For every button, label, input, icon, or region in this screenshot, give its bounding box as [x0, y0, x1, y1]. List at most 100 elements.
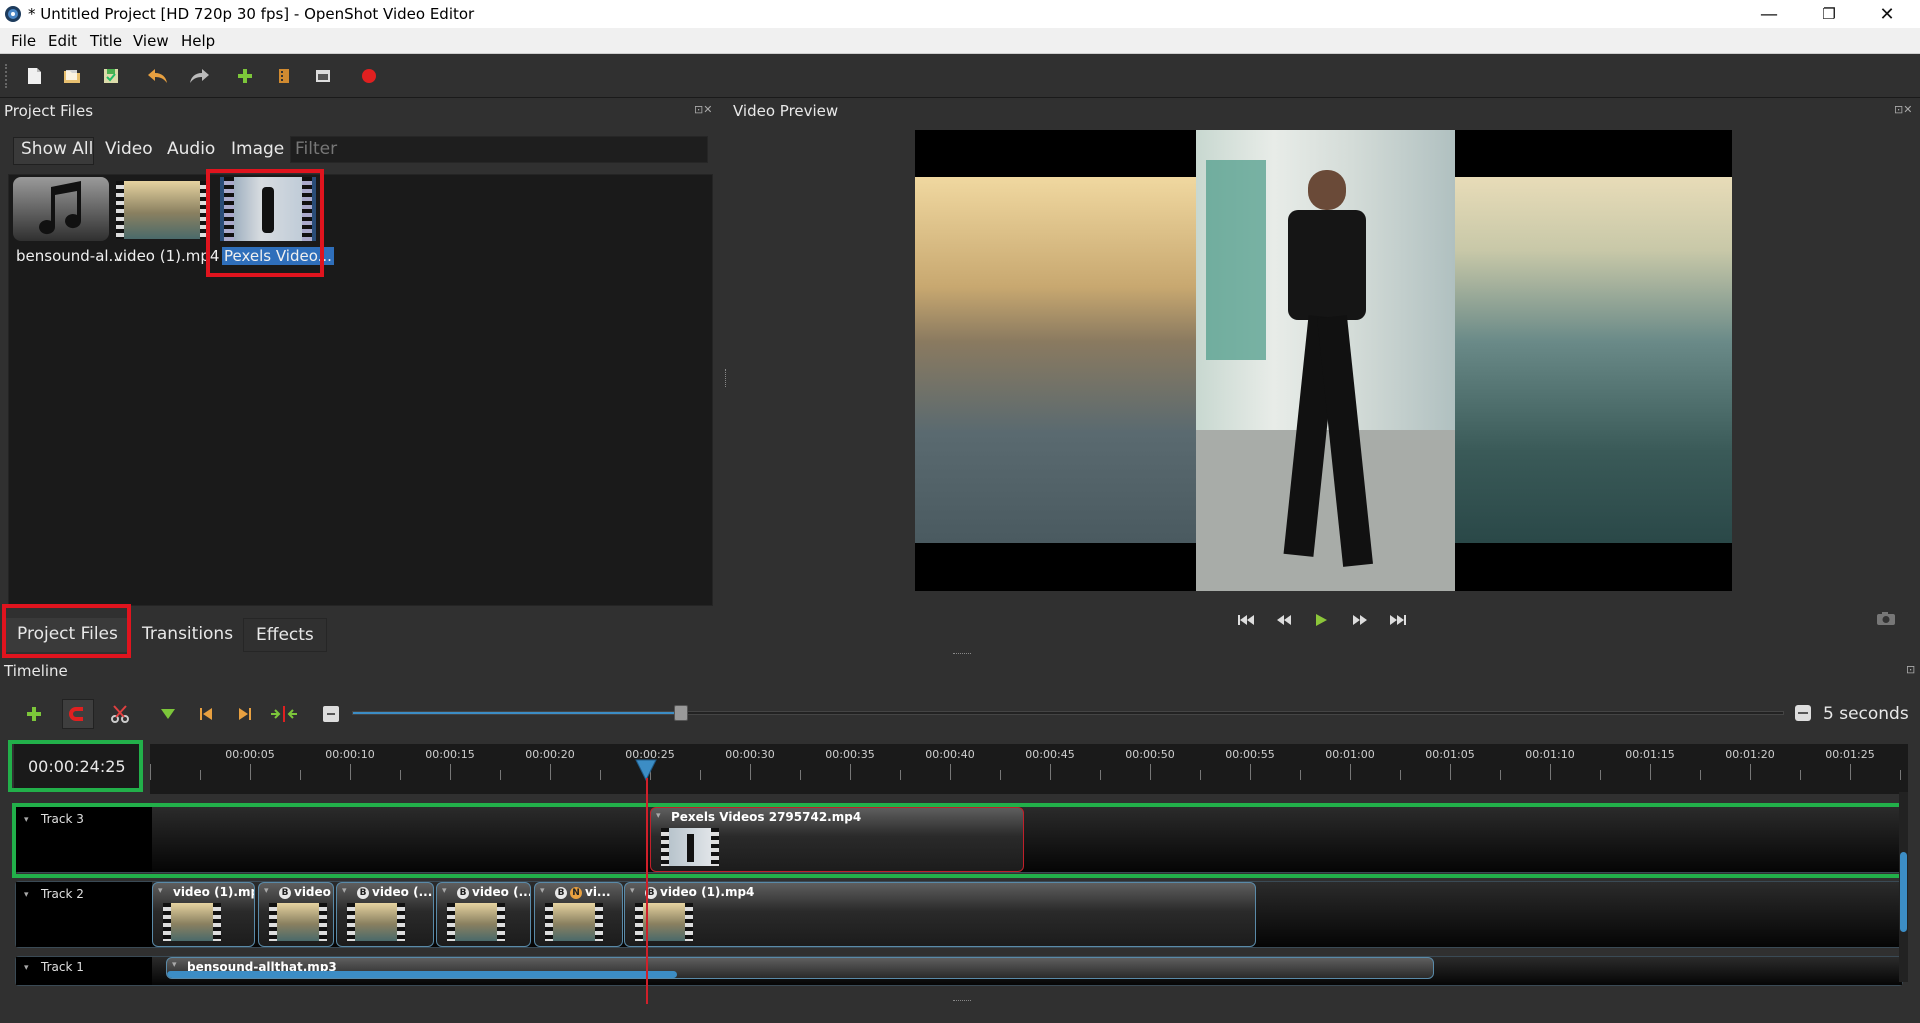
clip-thumbnail [545, 903, 603, 941]
preview-splitter-handle[interactable] [953, 653, 971, 655]
close-button[interactable]: ✕ [1858, 0, 1916, 28]
clip-menu-icon[interactable]: ▾ [158, 886, 163, 896]
tab-transitions[interactable]: Transitions [130, 618, 245, 652]
track-2-body[interactable]: ▾ video (1).mp4 ▾ Bvideo ... ▾ Bvideo (... ▾ Bv… [152, 882, 1902, 947]
new-project-icon[interactable] [24, 66, 44, 86]
project-files-dock-buttons[interactable]: ⊡✕ [694, 103, 712, 116]
video-preview-dock-buttons[interactable]: ⊡✕ [1894, 103, 1912, 116]
ruler-label: 00:01:15 [1625, 748, 1675, 761]
clip-thumbnail-image [355, 903, 397, 941]
play-icon[interactable] [1310, 609, 1332, 631]
clip-video[interactable]: ▾ Bvideo (1).mp4 [624, 882, 1256, 947]
jump-to-start-icon[interactable] [1234, 609, 1256, 631]
ruler-tick [450, 764, 451, 780]
clip-video[interactable]: ▾ B Nvi... [534, 882, 623, 947]
ruler-tick [1650, 764, 1651, 780]
razor-scissors-icon[interactable] [109, 703, 131, 725]
clip-menu-icon[interactable]: ▾ [540, 886, 545, 896]
highlight-timecode [8, 740, 143, 792]
clip-video[interactable]: ▾ Bvideo ... [258, 882, 334, 947]
fast-forward-icon[interactable] [1349, 609, 1371, 631]
filter-tab-video[interactable]: Video [105, 139, 153, 159]
export-video-icon[interactable] [359, 66, 379, 86]
clip-name: video (1).mp4 [173, 885, 254, 899]
menu-bar: File Edit Title View Help [0, 28, 1920, 54]
clip-name: Bvideo (... [457, 885, 530, 899]
menu-help[interactable]: Help [181, 32, 215, 50]
minimize-button[interactable]: — [1740, 0, 1798, 28]
audio-waveform-bar [167, 971, 677, 978]
import-files-icon[interactable] [235, 66, 255, 86]
previous-marker-icon[interactable] [195, 703, 217, 725]
zoom-fit-icon[interactable] [320, 703, 342, 725]
redo-icon[interactable] [187, 66, 211, 86]
clip-video[interactable]: ▾ Bvideo (... [436, 882, 531, 947]
video-preview-canvas[interactable] [915, 130, 1732, 591]
snapping-magnet-icon[interactable] [67, 703, 89, 725]
ruler-tick [500, 770, 501, 780]
timeline-scrollbar-thumb[interactable] [1900, 852, 1907, 932]
maximize-button[interactable]: ❐ [1800, 0, 1858, 28]
ruler-tick [1700, 770, 1701, 780]
open-project-icon[interactable] [62, 66, 82, 86]
menu-file[interactable]: File [11, 32, 36, 50]
clip-audio[interactable]: ▾ bensound-allthat.mp3 [166, 957, 1434, 979]
filter-input[interactable]: Filter [290, 136, 708, 163]
ruler-tick [350, 764, 351, 780]
file-label-video-1: video (1).mp4 [114, 247, 220, 265]
center-playhead-icon[interactable] [269, 703, 299, 725]
menu-edit[interactable]: Edit [48, 32, 77, 50]
menu-title[interactable]: Title [90, 32, 122, 50]
clip-badge: B [279, 886, 291, 899]
ruler-label: 00:01:00 [1325, 748, 1375, 761]
clip-menu-icon[interactable]: ▾ [442, 886, 447, 896]
menu-view[interactable]: View [133, 32, 169, 50]
track-1[interactable]: Track 1 ▾ ▾ bensound-allthat.mp3 [15, 956, 1903, 986]
track-1-menu-icon[interactable]: ▾ [24, 963, 29, 973]
undo-icon[interactable] [146, 66, 170, 86]
track-2-header[interactable]: Track 2 ▾ [16, 882, 152, 947]
filter-tab-audio[interactable]: Audio [167, 139, 215, 159]
tab-effects[interactable]: Effects [243, 618, 327, 652]
project-files-list[interactable]: bensound-al... video (1).mp4 Pexels Vide… [8, 174, 713, 606]
timeline-splitter-handle[interactable] [953, 1000, 971, 1002]
clip-thumbnail-image [277, 903, 319, 941]
zoom-slider-handle[interactable] [674, 705, 689, 721]
ruler-label: 00:00:20 [525, 748, 575, 761]
fullscreen-icon[interactable] [313, 66, 333, 86]
next-marker-icon[interactable] [234, 703, 256, 725]
filter-tab-image[interactable]: Image [231, 139, 284, 159]
track-2-name: Track 2 [41, 887, 84, 901]
clip-menu-icon[interactable]: ▾ [630, 886, 635, 896]
timeline-dock-buttons[interactable]: ⊡ [1906, 663, 1915, 676]
clip-menu-icon[interactable]: ▾ [172, 960, 177, 970]
profile-icon[interactable] [274, 66, 294, 86]
ruler-tick [1050, 764, 1051, 780]
ruler-tick [1300, 770, 1301, 780]
camera-snapshot-icon[interactable] [1876, 610, 1896, 626]
add-marker-icon[interactable] [157, 703, 179, 725]
clip-menu-icon[interactable]: ▾ [342, 886, 347, 896]
panel-splitter-handle[interactable] [725, 369, 728, 387]
toolbar-grip[interactable] [5, 64, 8, 88]
track-2[interactable]: Track 2 ▾ ▾ video (1).mp4 ▾ Bvideo ... ▾ Bvid… [15, 881, 1903, 948]
track-2-menu-icon[interactable]: ▾ [24, 890, 29, 900]
clip-thumbnail-image [553, 903, 595, 941]
save-project-icon[interactable] [101, 66, 121, 86]
zoom-slider-track[interactable] [352, 711, 1784, 715]
clip-video[interactable]: ▾ Bvideo (... [336, 882, 434, 947]
filter-tab-show-all[interactable]: Show All [21, 139, 93, 159]
add-track-icon[interactable] [23, 703, 45, 725]
clip-video[interactable]: ▾ video (1).mp4 [152, 882, 255, 947]
jump-to-end-icon[interactable] [1388, 609, 1410, 631]
rewind-icon[interactable] [1273, 609, 1295, 631]
timeline-scrollbar[interactable] [1899, 792, 1908, 982]
timeline-ruler[interactable]: 00:00:05 00:00:10 00:00:15 00:00:20 00:00:25… [150, 744, 1908, 794]
ruler-tick [800, 770, 801, 780]
track-1-body[interactable]: ▾ bensound-allthat.mp3 [152, 957, 1902, 985]
clip-menu-icon[interactable]: ▾ [264, 886, 269, 896]
file-label-audio: bensound-al... [16, 247, 123, 265]
ruler-tick [1150, 764, 1151, 780]
ruler-tick [950, 764, 951, 780]
track-1-header[interactable]: Track 1 ▾ [16, 957, 152, 985]
